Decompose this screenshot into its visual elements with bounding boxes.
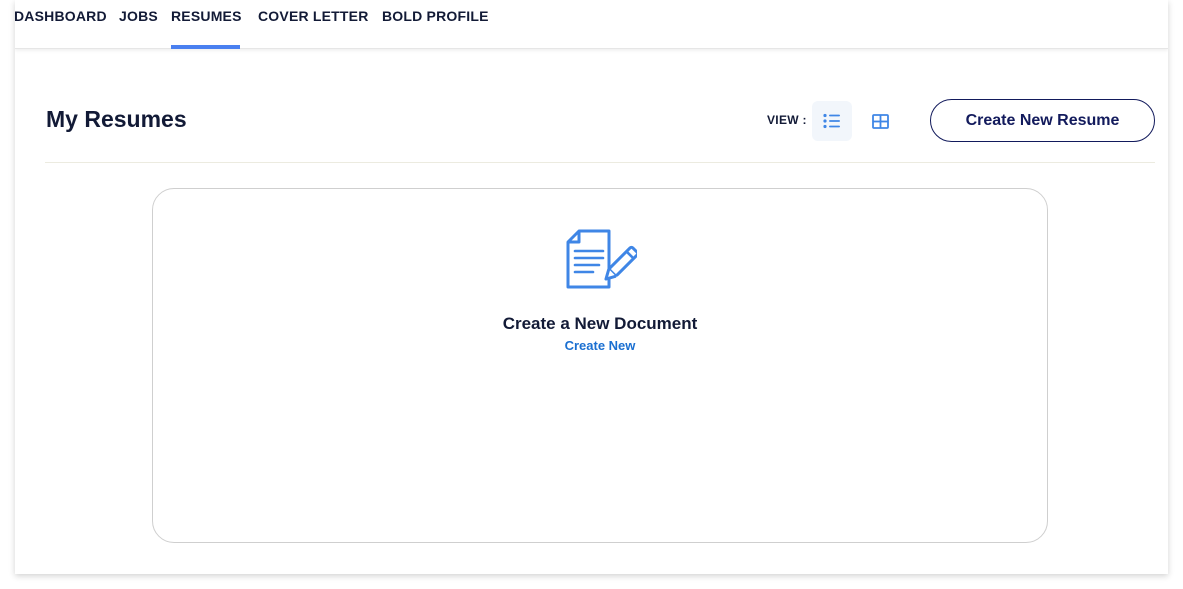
grid-view-icon	[871, 113, 889, 129]
app-frame: DASHBOARD JOBS RESUMES COVER LETTER BOLD…	[15, 0, 1168, 574]
nav-jobs[interactable]: JOBS	[119, 0, 158, 49]
empty-state-title: Create a New Document	[502, 314, 698, 333]
view-label: VIEW :	[767, 113, 807, 127]
nav-bold-profile[interactable]: BOLD PROFILE	[382, 0, 489, 49]
header-divider	[45, 162, 1155, 163]
nav-cover-letter[interactable]: COVER LETTER	[258, 0, 369, 49]
empty-state-card: Create a New Document Create New	[152, 188, 1048, 543]
document-edit-icon	[566, 229, 637, 289]
page-title: My Resumes	[46, 106, 187, 132]
list-view-icon	[823, 113, 840, 129]
grid-view-button[interactable]	[860, 101, 900, 141]
top-navigation: DASHBOARD JOBS RESUMES COVER LETTER BOLD…	[15, 0, 1168, 49]
create-new-resume-button[interactable]: Create New Resume	[930, 99, 1155, 142]
list-view-button[interactable]	[812, 101, 852, 141]
create-new-link[interactable]: Create New	[153, 338, 1047, 353]
nav-resumes[interactable]: RESUMES	[171, 0, 241, 49]
nav-dashboard[interactable]: DASHBOARD	[15, 0, 107, 49]
